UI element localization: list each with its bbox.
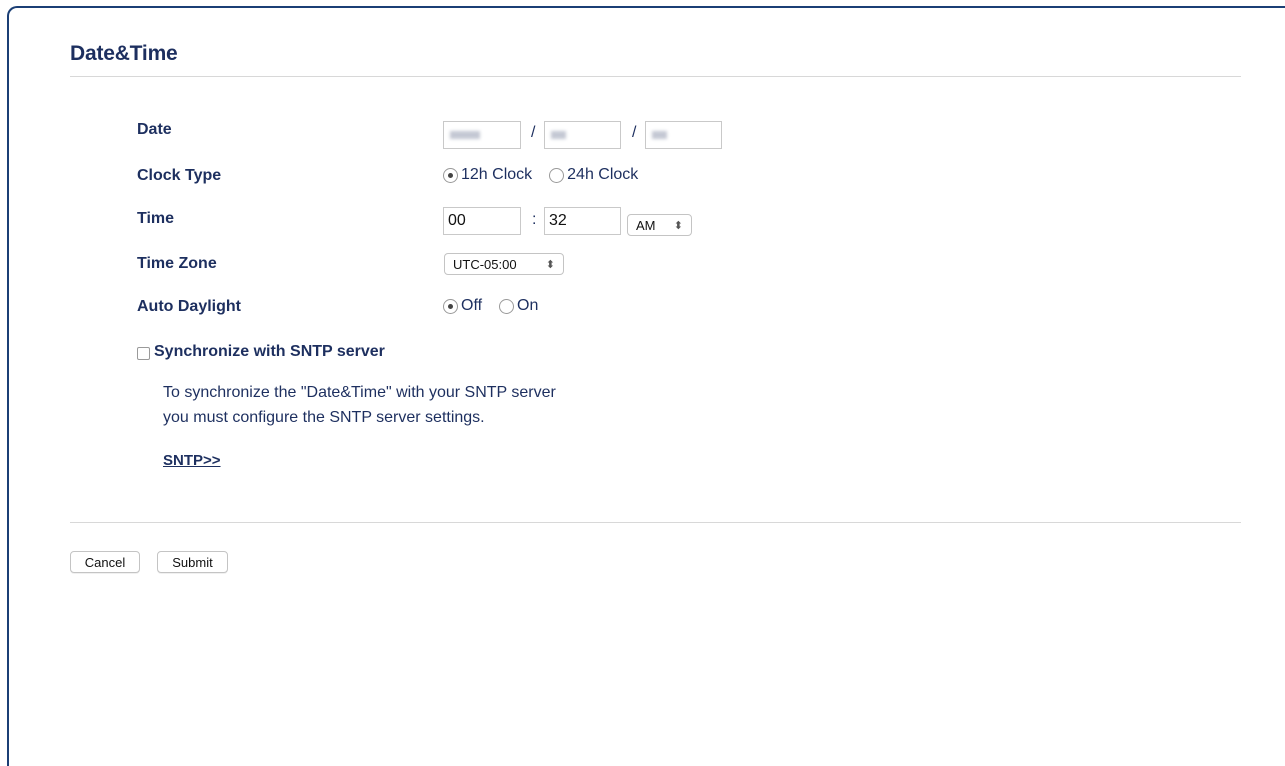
date-separator-1: / [531, 124, 536, 141]
clock-type-label: Clock Type [137, 167, 222, 184]
daylight-off-label: Off [461, 297, 483, 314]
date-label: Date [137, 121, 172, 138]
date-month-redacted [551, 131, 566, 139]
date-separator-2: / [632, 124, 637, 141]
clock-type-radio-group: 12h Clock 24h Clock [443, 166, 655, 184]
clock-24h-label: 24h Clock [567, 166, 639, 183]
clock-12h-label: 12h Clock [461, 166, 533, 183]
page-title: Date&Time [70, 42, 178, 65]
time-zone-label: Time Zone [137, 255, 217, 272]
daylight-off-radio[interactable] [443, 298, 458, 314]
date-year-redacted [450, 131, 480, 139]
time-separator: : [532, 211, 537, 228]
cancel-button[interactable]: Cancel [70, 551, 140, 573]
clock-24h-radio[interactable] [549, 167, 565, 183]
chevron-updown-icon: ⬍ [545, 258, 555, 271]
sntp-note-line-1: To synchronize the "Date&Time" with your… [163, 384, 556, 401]
sntp-sync-label: Synchronize with SNTP server [154, 343, 385, 360]
date-day-redacted [652, 131, 667, 139]
time-zone-value: UTC-05:00 [453, 256, 517, 272]
sntp-settings-link[interactable]: SNTP>> [163, 452, 221, 469]
time-ampm-select[interactable]: AM ⬍ [627, 214, 692, 236]
daylight-on-label: On [517, 297, 539, 314]
auto-daylight-label: Auto Daylight [137, 298, 241, 315]
daylight-on-radio[interactable] [499, 298, 515, 314]
time-zone-select[interactable]: UTC-05:00 ⬍ [444, 253, 564, 275]
time-label: Time [137, 210, 175, 227]
chevron-updown-icon: ⬍ [673, 219, 683, 232]
time-ampm-value: AM [636, 217, 656, 233]
title-divider [70, 76, 1241, 77]
clock-12h-radio[interactable] [443, 167, 458, 183]
sntp-sync-checkbox[interactable] [137, 347, 150, 360]
time-minute-input[interactable] [544, 207, 621, 235]
sntp-note-line-2: you must configure the SNTP server setti… [163, 409, 485, 426]
time-hour-input[interactable] [443, 207, 521, 235]
auto-daylight-radio-group: Off On [443, 297, 555, 315]
form-footer-divider [70, 522, 1241, 523]
submit-button[interactable]: Submit [157, 551, 228, 573]
